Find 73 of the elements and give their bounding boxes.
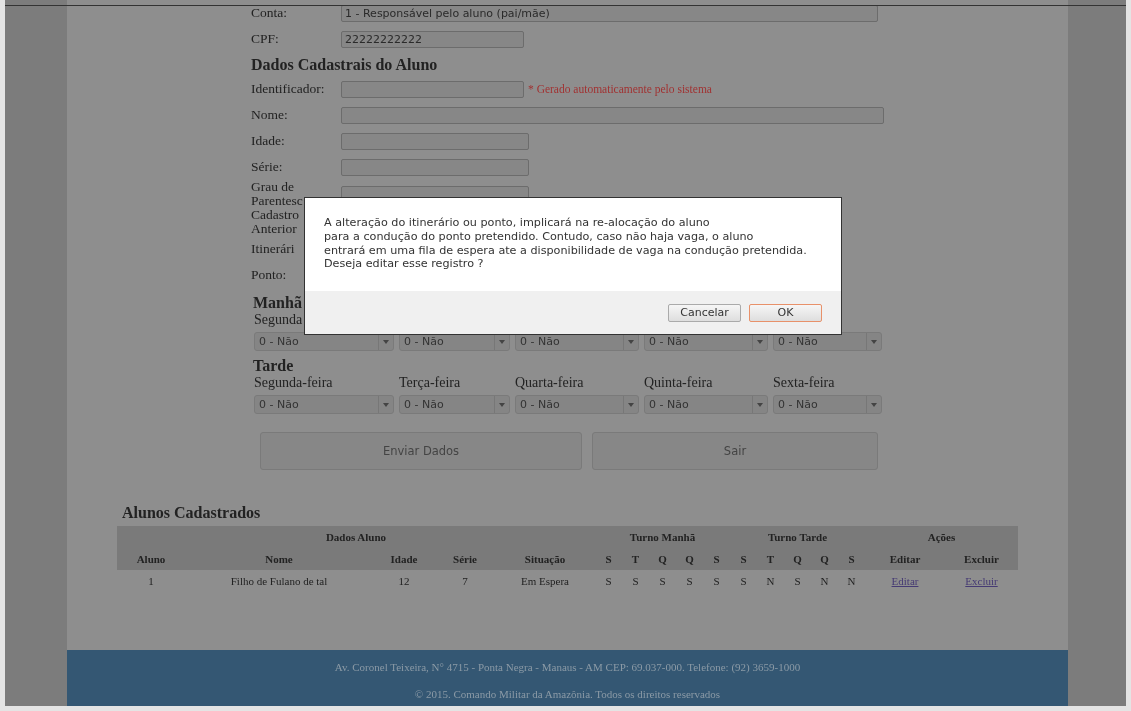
exit-button[interactable]: Sair — [592, 432, 878, 470]
note: * Gerado automaticamente pelo sistema — [528, 83, 712, 95]
column-header: Editar — [889, 553, 921, 565]
table-cell: S — [605, 575, 612, 587]
footer-copyright: © 2015. Comando Militar da Amazônia. Todos os direitos reservados — [414, 687, 721, 700]
section-title: Dados Cadastrais do Aluno — [251, 56, 438, 74]
section-title: Tarde — [253, 357, 294, 375]
table-cell: 1 — [148, 575, 154, 587]
footer-address: Av. Coronel Teixeira, N° 4715 - Ponta Negra - Manaus - AM CEP: 69.037-000. Telefone: (92) 3659-1000 — [334, 661, 801, 674]
table-cell: S — [659, 575, 666, 587]
column-header: Idade — [390, 553, 418, 565]
day-label: Quarta-feira — [515, 375, 584, 390]
day-label: Segunda — [254, 312, 303, 327]
field-label: Nome: — [251, 107, 288, 122]
select-field[interactable]: 0 - Não — [773, 395, 882, 414]
table-cell: N — [820, 575, 829, 587]
table-cell: N — [766, 575, 775, 587]
column-header: S — [740, 553, 747, 565]
table-cell: Filho de Fulano de tal — [230, 575, 328, 587]
section-title: Manhã — [253, 294, 302, 312]
group-header: Turno Manhã — [629, 531, 696, 543]
input-field[interactable]: 22222222222 — [341, 30, 524, 48]
field-label: Cadastro Anterior — [251, 207, 299, 236]
select-field[interactable]: 0 - Não — [644, 395, 768, 414]
table-cell: S — [713, 575, 720, 587]
submit-button[interactable]: Enviar Dados — [260, 432, 582, 470]
group-header: Ações — [927, 531, 956, 543]
select-field[interactable]: 0 - Não — [515, 395, 639, 414]
field-label: Idade: — [251, 133, 285, 148]
table-cell: 12 — [398, 575, 410, 587]
field-label: Conta: — [251, 5, 287, 20]
select-field[interactable]: 0 - Não — [399, 395, 510, 414]
table-cell: N — [847, 575, 856, 587]
column-header: Nome — [265, 553, 293, 565]
day-label: Quinta-feira — [644, 375, 713, 390]
column-header: Q — [793, 553, 802, 565]
column-header: T — [766, 553, 775, 565]
column-header: Excluir — [964, 553, 999, 565]
day-label: Segunda-feira — [254, 375, 333, 390]
column-header: S — [605, 553, 612, 565]
select-field[interactable]: 0 - Não — [254, 395, 394, 414]
column-header: T — [631, 553, 640, 565]
column-header: Q — [658, 553, 667, 565]
field-label: Grau de Parentesc — [251, 179, 303, 208]
column-header: Q — [685, 553, 694, 565]
dialog-message: A alteração do itinerário ou ponto, implicará na re-alocação do aluno para a condução do ponto pretendido. Contudo, caso não haja vaga, o aluno entrará em uma fila de espera ate a disponibilidade de vaga na condução pretendida. Deseja editar esse registro ? — [324, 216, 808, 272]
table-cell: S — [632, 575, 639, 587]
table-cell: Em Espera — [521, 575, 569, 587]
column-header: S — [848, 553, 855, 565]
column-header: Aluno — [136, 553, 166, 565]
table-cell: S — [794, 575, 801, 587]
field-label: Itinerári — [251, 241, 295, 256]
day-label: Terça-feira — [399, 375, 461, 390]
column-header: S — [713, 553, 720, 565]
cancel-button[interactable]: Cancelar — [668, 303, 741, 322]
day-label: Sexta-feira — [773, 375, 835, 390]
column-header: Situação — [524, 553, 566, 565]
field-label: CPF: — [251, 31, 279, 46]
table-cell: S — [740, 575, 747, 587]
column-header: Q — [820, 553, 829, 565]
group-header: Dados Aluno — [325, 531, 387, 543]
table-cell: S — [686, 575, 693, 587]
table-title: Alunos Cadastrados — [122, 504, 262, 522]
input-field[interactable]: 1 - Responsável pelo aluno (pai/mãe) — [341, 4, 878, 22]
column-header: Série — [453, 553, 477, 565]
field-label: Ponto: — [251, 267, 287, 282]
delete-link[interactable]: Excluir — [965, 575, 998, 587]
field-label: Série: — [251, 159, 283, 174]
group-header: Turno Tarde — [767, 531, 828, 543]
field-label: Identificador: — [251, 81, 325, 96]
edit-link[interactable]: Editar — [891, 575, 919, 587]
table-cell: 7 — [462, 575, 468, 587]
ok-button[interactable]: OK — [749, 303, 822, 322]
